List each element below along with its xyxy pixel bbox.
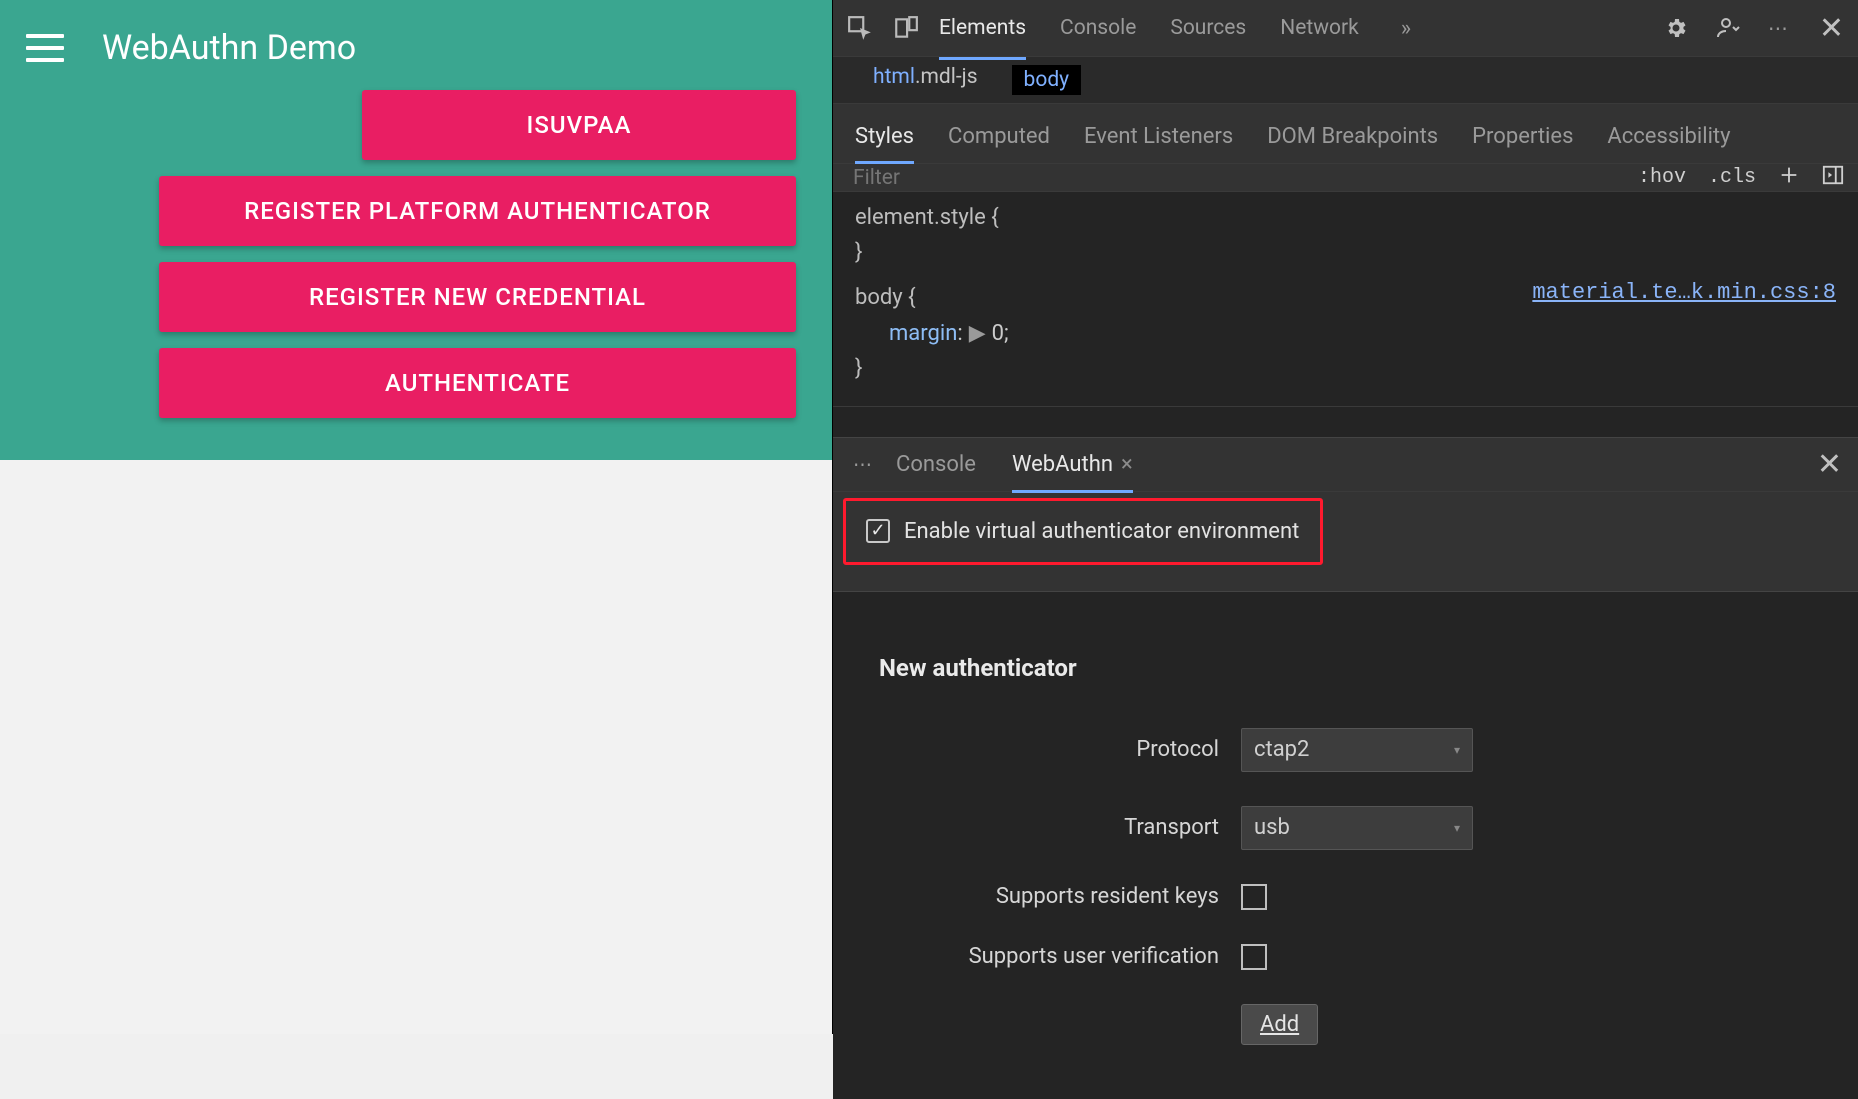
tab-console[interactable]: Console	[1060, 0, 1136, 56]
breadcrumb-body[interactable]: body	[1012, 65, 1082, 95]
app-body	[0, 460, 832, 1034]
account-icon[interactable]	[1716, 16, 1740, 40]
protocol-select[interactable]: ctap2▾	[1241, 728, 1473, 772]
element-style-selector[interactable]: element.style {	[855, 205, 999, 230]
register-platform-authenticator-button[interactable]: REGISTER PLATFORM AUTHENTICATOR	[159, 176, 796, 246]
cls-toggle[interactable]: .cls	[1708, 166, 1756, 189]
new-authenticator-heading: New authenticator	[879, 654, 1812, 682]
breadcrumb: html.mdl-js body	[833, 57, 1858, 104]
drawer-close-icon[interactable]: ✕	[1817, 447, 1848, 482]
app-title: WebAuthn Demo	[102, 28, 356, 68]
authenticate-button[interactable]: AUTHENTICATE	[159, 348, 796, 418]
drawer-tab-console[interactable]: Console	[896, 438, 976, 491]
css-prop-margin[interactable]: margin	[889, 321, 957, 346]
register-new-credential-button[interactable]: REGISTER NEW CREDENTIAL	[159, 262, 796, 332]
devtools-close-icon[interactable]: ✕	[1819, 11, 1844, 46]
device-toolbar-icon[interactable]	[893, 15, 919, 41]
css-brace: }	[855, 240, 862, 265]
inspect-element-icon[interactable]	[847, 15, 873, 41]
subtab-computed[interactable]: Computed	[948, 112, 1050, 163]
breadcrumb-html[interactable]: html.mdl-js	[873, 65, 978, 95]
drawer-tab-webauthn[interactable]: WebAuthn×	[1012, 438, 1133, 491]
enable-virtual-authenticator-row: Enable virtual authenticator environment	[843, 498, 1323, 565]
css-brace: }	[855, 356, 862, 381]
tab-elements[interactable]: Elements	[939, 0, 1026, 56]
body-selector[interactable]: body {	[855, 285, 916, 310]
caret-icon: ▾	[1454, 743, 1460, 757]
subtab-accessibility[interactable]: Accessibility	[1607, 112, 1730, 163]
css-val-margin[interactable]: 0	[992, 321, 1004, 346]
add-authenticator-button[interactable]: Add	[1241, 1004, 1318, 1045]
transport-select[interactable]: usb▾	[1241, 806, 1473, 850]
styles-filter-input[interactable]	[853, 166, 1624, 190]
enable-virtual-authenticator-checkbox[interactable]	[866, 519, 890, 543]
transport-label: Transport	[879, 815, 1219, 840]
more-tabs-icon[interactable]: »	[1401, 16, 1411, 41]
user-verification-checkbox[interactable]	[1241, 944, 1267, 970]
new-style-rule-icon[interactable]	[1778, 164, 1800, 191]
user-verification-label: Supports user verification	[879, 944, 1219, 969]
drawer-more-icon[interactable]: ⋯	[853, 453, 874, 476]
toggle-sidebar-icon[interactable]	[1822, 164, 1844, 191]
subtab-properties[interactable]: Properties	[1472, 112, 1573, 163]
enable-virtual-authenticator-label: Enable virtual authenticator environment	[904, 519, 1299, 544]
subtab-event-listeners[interactable]: Event Listeners	[1084, 112, 1233, 163]
caret-icon: ▾	[1454, 821, 1460, 835]
resident-keys-label: Supports resident keys	[879, 884, 1219, 909]
menu-icon[interactable]	[26, 34, 64, 62]
hov-toggle[interactable]: :hov	[1638, 166, 1686, 189]
more-options-icon[interactable]: ⋯	[1768, 16, 1791, 40]
tab-network[interactable]: Network	[1280, 0, 1359, 56]
tab-sources[interactable]: Sources	[1170, 0, 1246, 56]
settings-gear-icon[interactable]	[1664, 16, 1688, 40]
stylesheet-source-link[interactable]: material.te…k.min.css:8	[1532, 280, 1836, 305]
subtab-styles[interactable]: Styles	[855, 112, 914, 163]
subtab-dom-breakpoints[interactable]: DOM Breakpoints	[1267, 112, 1438, 163]
isuvpaa-button[interactable]: ISUVPAA	[362, 90, 796, 160]
resident-keys-checkbox[interactable]	[1241, 884, 1267, 910]
protocol-label: Protocol	[879, 737, 1219, 762]
close-tab-icon[interactable]: ×	[1121, 452, 1133, 477]
